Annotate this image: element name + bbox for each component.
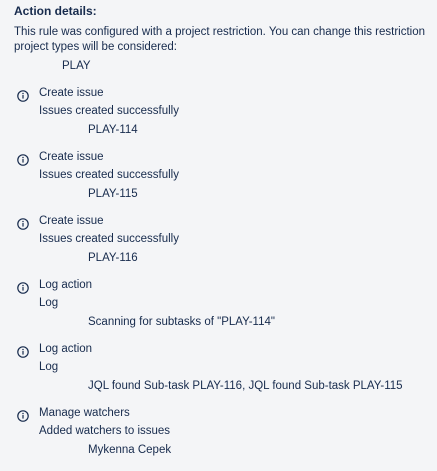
log-entry-title: Create issue: [39, 87, 104, 99]
info-icon: [17, 218, 29, 230]
log-entry-message: Log: [39, 297, 59, 309]
log-entry-title: Manage watchers: [39, 407, 130, 419]
log-entry-create-issue: Create issue Issues created successfully…: [0, 215, 437, 279]
log-entry-detail: PLAY-114: [88, 124, 138, 136]
log-entry-title: Log action: [39, 279, 93, 291]
log-entry-detail: PLAY-115: [88, 188, 138, 200]
restricted-project-key: PLAY: [62, 60, 91, 72]
info-icon: [17, 410, 29, 422]
log-entry-log-action: Log action Log JQL found Sub-task PLAY-1…: [0, 343, 437, 407]
log-entry-detail: PLAY-116: [88, 252, 138, 264]
log-entry-title: Log action: [39, 343, 93, 355]
log-entry-detail: Mykenna Cepek: [88, 444, 172, 456]
info-icon: [17, 90, 29, 102]
restriction-text-line-1: This rule was configured with a project …: [14, 26, 426, 38]
log-entry-manage-watchers: Manage watchers Added watchers to issues…: [0, 407, 437, 471]
info-icon: [17, 154, 29, 166]
log-entry-detail: Scanning for subtasks of "PLAY-114": [88, 316, 275, 328]
action-details-panel: Action details: This rule was configured…: [0, 0, 437, 471]
info-icon: [17, 282, 29, 294]
log-entry-log-action: Log action Log Scanning for subtasks of …: [0, 279, 437, 343]
log-entry-message: Issues created successfully: [39, 233, 179, 245]
log-entry-title: Create issue: [39, 151, 104, 163]
project-restriction-description: This rule was configured with a project …: [14, 25, 437, 55]
action-details-heading: Action details:: [14, 4, 97, 18]
info-icon: [17, 346, 29, 358]
log-entry-message: Issues created successfully: [39, 169, 179, 181]
log-entry-title: Create issue: [39, 215, 104, 227]
restriction-text-line-2: project types will be considered:: [14, 41, 177, 53]
log-entry-create-issue: Create issue Issues created successfully…: [0, 151, 437, 215]
log-entry-create-issue: Create issue Issues created successfully…: [0, 87, 437, 151]
log-entry-message: Log: [39, 361, 59, 373]
log-entry-detail: JQL found Sub-task PLAY-116, JQL found S…: [88, 380, 403, 392]
log-entry-message: Issues created successfully: [39, 105, 179, 117]
log-entry-message: Added watchers to issues: [39, 425, 171, 437]
